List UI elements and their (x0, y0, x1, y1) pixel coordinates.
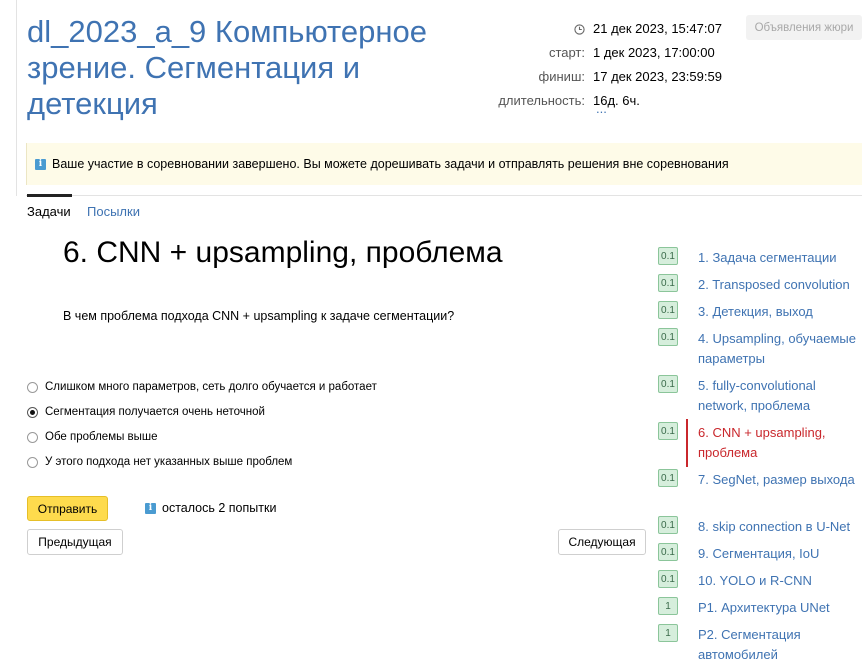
header-divider (16, 0, 17, 196)
radio-button[interactable] (27, 431, 38, 443)
task-link[interactable]: 1. Задача сегментации (698, 248, 862, 268)
score-badge: 0.1 (658, 301, 678, 319)
next-button[interactable]: Следующая (558, 529, 646, 555)
active-tab-indicator (27, 194, 72, 197)
task-link[interactable]: 6. CNN + upsampling, проблема (698, 423, 862, 463)
tab-submissions[interactable]: Посылки (87, 204, 140, 219)
task-link[interactable]: 8. skip connection в U-Net (698, 517, 862, 537)
submit-button[interactable]: Отправить (27, 496, 108, 521)
score-badge: 0.1 (658, 469, 678, 487)
radio-button[interactable] (27, 381, 38, 393)
info-icon: i (145, 502, 156, 514)
start-value: 1 дек 2023, 17:00:00 (593, 44, 715, 60)
radio-button[interactable] (27, 456, 38, 468)
score-badge: 0.1 (658, 422, 678, 440)
finish-value: 17 дек 2023, 23:59:59 (593, 68, 722, 84)
clock-icon (574, 23, 585, 35)
answer-option[interactable]: Обе проблемы выше (27, 431, 158, 443)
notice-text: Ваше участие в соревновании завершено. В… (52, 157, 729, 171)
task-link[interactable]: 10. YOLO и R-CNN (698, 571, 862, 591)
task-link[interactable]: 9. Сегментация, IoU (698, 544, 862, 564)
task-link[interactable]: 4. Upsampling, обучаемые параметры (698, 329, 862, 369)
task-link[interactable]: 2. Transposed convolution (698, 275, 862, 295)
option-label: Сегментация получается очень неточной (45, 406, 265, 418)
score-badge: 0.1 (658, 516, 678, 534)
task-link[interactable]: 3. Детекция, выход (698, 302, 862, 322)
tabs-divider (26, 195, 862, 196)
task-link[interactable]: 7. SegNet, размер выхода (698, 470, 862, 490)
score-badge: 0.1 (658, 543, 678, 561)
jury-announcements-button[interactable]: Объявления жюри (746, 15, 862, 40)
current-time: 21 дек 2023, 15:47:07 (593, 20, 722, 36)
participation-notice: i Ваше участие в соревновании завершено.… (26, 143, 862, 185)
tab-tasks[interactable]: Задачи (27, 204, 71, 219)
task-link[interactable]: P1. Архитектура UNet (698, 598, 862, 618)
duration-label: длительность: (498, 92, 585, 108)
start-label: старт: (548, 44, 585, 60)
option-label: Обе проблемы выше (45, 431, 158, 443)
finish-label: финиш: (538, 68, 585, 84)
option-label: Слишком много параметров, сеть долго обу… (45, 381, 377, 393)
score-badge: 0.1 (658, 274, 678, 292)
previous-button[interactable]: Предыдущая (27, 529, 123, 555)
score-badge: 0.1 (658, 247, 678, 265)
task-question: В чем проблема подхода CNN + upsampling … (63, 309, 455, 323)
attempts-remaining: i осталось 2 попытки (145, 501, 276, 515)
score-badge: 1 (658, 624, 678, 642)
answer-option[interactable]: У этого подхода нет указанных выше пробл… (27, 456, 292, 468)
attempts-text: осталось 2 попытки (162, 501, 277, 515)
contest-title: dl_2023_a_9 Компьютерное зрение. Сегмент… (27, 14, 427, 121)
info-icon: i (35, 158, 46, 170)
score-badge: 0.1 (658, 375, 678, 393)
current-task-indicator (686, 419, 688, 467)
task-title: 6. CNN + upsampling, проблема (63, 236, 503, 269)
radio-button-selected[interactable] (27, 406, 38, 418)
task-link[interactable]: P2. Сегментация автомобилей (698, 625, 862, 665)
option-label: У этого подхода нет указанных выше пробл… (45, 456, 293, 468)
contest-info: 21 дек 2023, 15:47:07 старт: 1 дек 2023,… (488, 16, 722, 112)
score-badge: 1 (658, 597, 678, 615)
score-badge: 0.1 (658, 570, 678, 588)
more-info-link[interactable]: ... (596, 101, 607, 116)
answer-option[interactable]: Сегментация получается очень неточной (27, 406, 265, 418)
score-badge: 0.1 (658, 328, 678, 346)
answer-option[interactable]: Слишком много параметров, сеть долго обу… (27, 381, 377, 393)
task-link[interactable]: 5. fully-convolutional network, проблема (698, 376, 862, 416)
